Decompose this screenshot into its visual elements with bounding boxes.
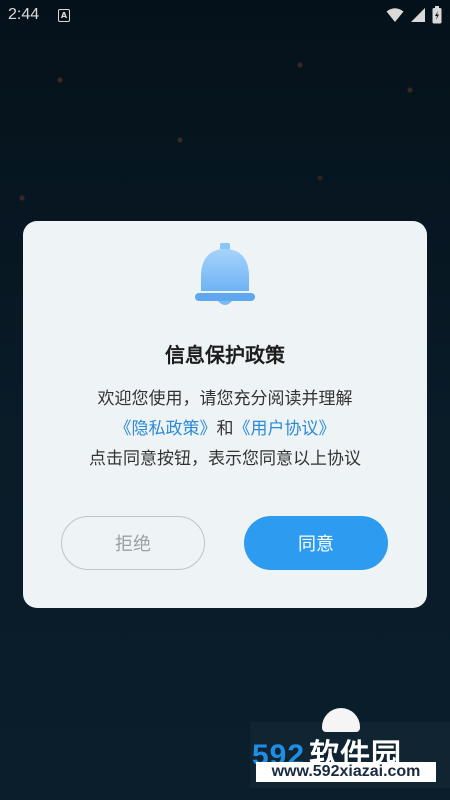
privacy-policy-link[interactable]: 《隐私政策》	[115, 419, 217, 439]
body-line-2: 《隐私政策》和《用户协议》	[23, 414, 427, 444]
reject-button[interactable]: 拒绝	[61, 516, 205, 570]
and-text: 和	[216, 419, 234, 439]
bell-icon	[195, 243, 255, 305]
user-agreement-link[interactable]: 《用户协议》	[234, 419, 336, 439]
privacy-policy-dialog: 信息保护政策 欢迎您使用，请您充分阅读并理解 《隐私政策》和《用户协议》 点击同…	[23, 221, 427, 608]
body-line-1: 欢迎您使用，请您充分阅读并理解	[97, 389, 353, 409]
agree-button[interactable]: 同意	[244, 516, 388, 570]
watermark-url: www.592xiazai.com	[256, 762, 436, 782]
dialog-body: 欢迎您使用，请您充分阅读并理解 《隐私政策》和《用户协议》 点击同意按钮，表示您…	[23, 384, 427, 474]
dialog-title: 信息保护政策	[165, 343, 285, 367]
body-line-3: 点击同意按钮，表示您同意以上协议	[89, 449, 361, 469]
